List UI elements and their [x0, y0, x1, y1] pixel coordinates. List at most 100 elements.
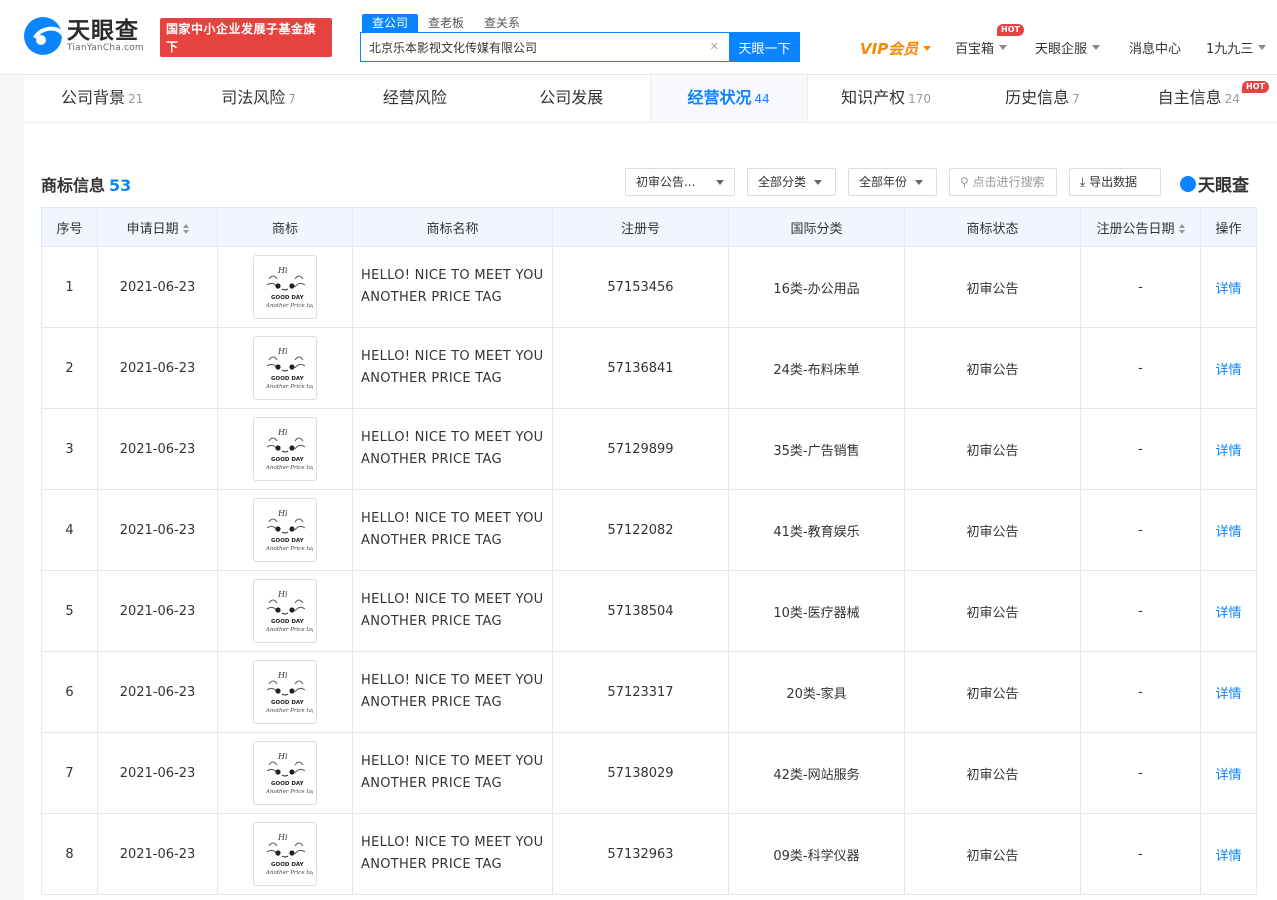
status-filter[interactable]: 初审公告... — [625, 168, 735, 196]
trademark-image[interactable]: Hi GOOD DAY Another Price tag — [253, 660, 317, 724]
row-index: 8 — [41, 813, 98, 895]
tab-self-info[interactable]: 自主信息 24 HOT — [1121, 75, 1277, 122]
table-row: 6 2021-06-23 Hi GOOD DAY Another Price t… — [41, 651, 1257, 733]
row-index: 1 — [41, 246, 98, 328]
trademark-search[interactable]: ⚲ 点击进行搜索 — [949, 168, 1057, 196]
trademark-image[interactable]: Hi GOOD DAY Another Price tag — [253, 822, 317, 886]
row-detail-link[interactable]: 详情 — [1200, 732, 1257, 814]
row-detail-link[interactable]: 详情 — [1200, 489, 1257, 571]
row-trademark: Hi GOOD DAY Another Price tag — [217, 732, 353, 814]
row-apply-date: 2021-06-23 — [97, 651, 218, 733]
row-intl-class: 09类-科学仪器 — [728, 813, 905, 895]
chevron-down-icon — [999, 45, 1008, 50]
year-filter[interactable]: 全部年份 — [848, 168, 937, 196]
col-intl-class: 国际分类 — [728, 207, 905, 247]
svg-text:Another Price tag: Another Price tag — [265, 627, 313, 633]
table-row: 2 2021-06-23 Hi GOOD DAY Another Price t… — [41, 327, 1257, 409]
tab-label: 自主信息 — [1157, 88, 1222, 107]
svg-text:Another Price tag: Another Price tag — [265, 303, 313, 309]
search-tab-boss[interactable]: 查老板 — [418, 14, 474, 32]
enterprise-menu[interactable]: 天眼企服 — [1035, 38, 1101, 57]
table-row: 8 2021-06-23 Hi GOOD DAY Another Price t… — [41, 813, 1257, 895]
row-trademark: Hi GOOD DAY Another Price tag — [217, 813, 353, 895]
search-button[interactable]: 天眼一下 — [729, 32, 800, 62]
search-icon: ⚲ — [960, 175, 969, 189]
tab-judicial-risk[interactable]: 司法风险 7 — [180, 75, 336, 122]
clear-icon[interactable]: ✕ — [710, 40, 719, 53]
row-status: 初审公告 — [904, 813, 1081, 895]
row-trademark: Hi GOOD DAY Another Price tag — [217, 327, 353, 409]
category-filter[interactable]: 全部分类 — [747, 168, 836, 196]
user-menu[interactable]: 1九九三 — [1206, 38, 1267, 57]
trademark-image[interactable]: Hi GOOD DAY Another Price tag — [253, 417, 317, 481]
sort-icon[interactable] — [1178, 224, 1185, 234]
row-pub-date: - — [1080, 246, 1201, 328]
tab-company-background[interactable]: 公司背景 21 — [24, 75, 180, 122]
row-index: 6 — [41, 651, 98, 733]
row-detail-link[interactable]: 详情 — [1200, 570, 1257, 652]
tab-label: 经营风险 — [382, 88, 447, 107]
row-trademark: Hi GOOD DAY Another Price tag — [217, 489, 353, 571]
search-tab-relation[interactable]: 查关系 — [474, 14, 530, 32]
treasure-menu[interactable]: 百宝箱 — [955, 38, 1008, 57]
col-reg-number: 注册号 — [552, 207, 729, 247]
sort-icon[interactable] — [182, 224, 189, 234]
table-header-row: 序号 申请日期 商标 商标名称 注册号 国际分类 商标状态 注册公告日期 操作 — [41, 207, 1257, 247]
hot-badge: HOT — [997, 24, 1024, 36]
trademark-image[interactable]: Hi GOOD DAY Another Price tag — [253, 579, 317, 643]
tab-company-development[interactable]: 公司发展 — [493, 75, 649, 122]
row-trademark-name: HELLO! NICE TO MEET YOU ANOTHER PRICE TA… — [352, 489, 553, 571]
row-pub-date: - — [1080, 327, 1201, 409]
search-tab-company[interactable]: 查公司 — [362, 14, 419, 32]
row-detail-link[interactable]: 详情 — [1200, 246, 1257, 328]
tab-count: 24 — [1224, 92, 1240, 106]
section-title-label: 商标信息 — [41, 176, 106, 195]
trademark-image[interactable]: Hi GOOD DAY Another Price tag — [253, 336, 317, 400]
vip-menu[interactable]: VIP会员 — [860, 38, 932, 59]
col-pub-date[interactable]: 注册公告日期 — [1080, 207, 1201, 247]
message-center[interactable]: 消息中心 — [1129, 38, 1181, 57]
vip-label: VIP会员 — [860, 40, 919, 58]
row-intl-class: 35类-广告销售 — [728, 408, 905, 490]
tab-label: 知识产权 — [841, 88, 906, 107]
row-intl-class: 24类-布料床单 — [728, 327, 905, 409]
chevron-down-icon — [716, 180, 724, 185]
row-pub-date: - — [1080, 489, 1201, 571]
tab-label: 公司发展 — [539, 88, 604, 107]
tab-operating-risk[interactable]: 经营风险 — [337, 75, 493, 122]
trademark-image[interactable]: Hi GOOD DAY Another Price tag — [253, 498, 317, 562]
row-detail-link[interactable]: 详情 — [1200, 651, 1257, 733]
row-detail-link[interactable]: 详情 — [1200, 813, 1257, 895]
col-apply-date[interactable]: 申请日期 — [97, 207, 218, 247]
section-count: 53 — [109, 176, 132, 195]
search-input[interactable] — [361, 33, 691, 61]
row-trademark: Hi GOOD DAY Another Price tag — [217, 570, 353, 652]
trademark-image[interactable]: Hi GOOD DAY Another Price tag — [253, 255, 317, 319]
svg-text:GOOD DAY: GOOD DAY — [271, 862, 305, 868]
svg-text:GOOD DAY: GOOD DAY — [271, 457, 305, 463]
tab-intellectual-property[interactable]: 知识产权 170 — [808, 75, 964, 122]
tab-count: 170 — [908, 92, 932, 106]
row-reg-number: 57153456 — [552, 246, 729, 328]
tab-label: 公司背景 — [61, 88, 126, 107]
row-detail-link[interactable]: 详情 — [1200, 327, 1257, 409]
brand-logo[interactable]: 天眼查 TianYanCha.com — [24, 17, 144, 55]
row-apply-date: 2021-06-23 — [97, 246, 218, 328]
col-action: 操作 — [1200, 207, 1257, 247]
trademark-image[interactable]: Hi GOOD DAY Another Price tag — [253, 741, 317, 805]
svg-text:Another Price tag: Another Price tag — [265, 384, 313, 390]
main-content: 公司背景 21 司法风险 7 经营风险 公司发展 经营状况 44 知识产权 170 历史… — [24, 75, 1277, 900]
export-button[interactable]: ⤓ 导出数据 — [1069, 168, 1161, 196]
row-trademark-name: HELLO! NICE TO MEET YOU ANOTHER PRICE TA… — [352, 327, 553, 409]
trademark-logo-icon: Hi GOOD DAY Another Price tag — [265, 590, 313, 633]
tab-history-info[interactable]: 历史信息 7 — [964, 75, 1120, 122]
col-trademark-name: 商标名称 — [352, 207, 553, 247]
row-detail-link[interactable]: 详情 — [1200, 408, 1257, 490]
chevron-down-icon — [915, 180, 924, 185]
tab-label: 经营状况 — [687, 88, 752, 107]
row-trademark-name: HELLO! NICE TO MEET YOU ANOTHER PRICE TA… — [352, 408, 553, 490]
category-filter-label: 全部分类 — [758, 175, 807, 189]
row-intl-class: 20类-家具 — [728, 651, 905, 733]
tab-operating-status[interactable]: 经营状况 44 — [649, 75, 808, 122]
table-row: 1 2021-06-23 Hi GOOD DAY Another Price t… — [41, 246, 1257, 328]
